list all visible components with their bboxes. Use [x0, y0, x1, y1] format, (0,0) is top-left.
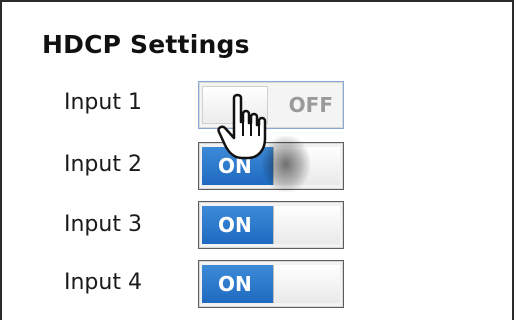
input-2-toggle[interactable]: ON: [198, 142, 344, 190]
input-4-label: Input 4: [64, 270, 142, 295]
toggle-knob: [273, 206, 340, 244]
toggle-knob: [273, 265, 340, 303]
toggle-state-label: ON: [202, 147, 273, 185]
toggle-state-label: ON: [202, 206, 273, 244]
input-3-label: Input 3: [64, 212, 142, 237]
toggle-knob: [273, 147, 340, 185]
input-1-toggle[interactable]: OFF: [198, 81, 344, 129]
hdcp-settings-panel: HDCP Settings Input 1 OFF Input 2 ON Inp…: [0, 0, 514, 320]
toggle-state-label: OFF: [288, 93, 333, 117]
input-3-toggle[interactable]: ON: [198, 201, 344, 249]
panel-title: HDCP Settings: [42, 30, 250, 59]
input-2-label: Input 2: [64, 152, 142, 177]
input-1-label: Input 1: [64, 90, 142, 115]
input-4-toggle[interactable]: ON: [198, 260, 344, 308]
toggle-state-label: ON: [202, 265, 273, 303]
toggle-knob: [202, 86, 268, 124]
